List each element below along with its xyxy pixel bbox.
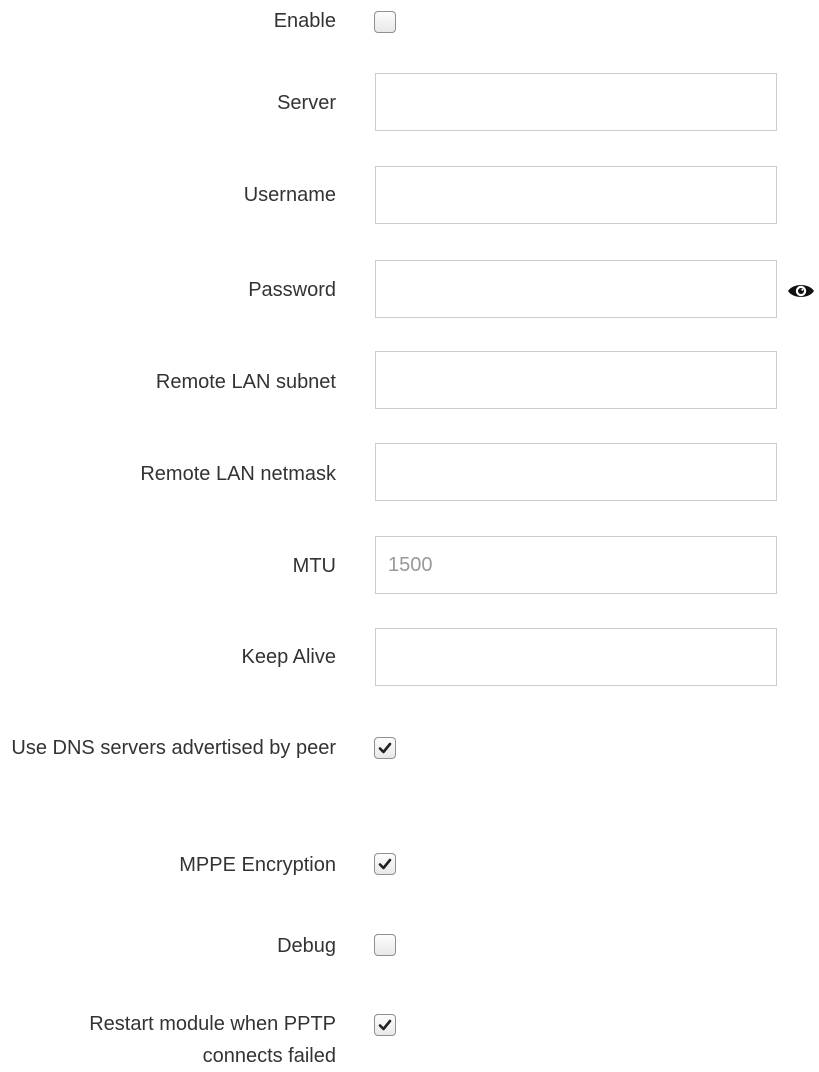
eye-icon[interactable]	[786, 279, 816, 303]
keep-alive-label: Keep Alive	[241, 646, 336, 668]
debug-label: Debug	[277, 935, 336, 957]
keep-alive-input[interactable]	[375, 628, 777, 686]
use-dns-label: Use DNS servers advertised by peer	[11, 737, 336, 759]
checkmark-icon	[378, 742, 392, 754]
username-label: Username	[243, 184, 336, 206]
remote-lan-subnet-input[interactable]	[375, 351, 777, 409]
remote-lan-subnet-label: Remote LAN subnet	[155, 371, 336, 393]
checkmark-icon	[378, 858, 392, 870]
debug-checkbox[interactable]	[374, 934, 396, 956]
server-label: Server	[277, 92, 336, 114]
restart-module-checkbox[interactable]	[374, 1014, 396, 1036]
password-input[interactable]	[375, 260, 777, 318]
restart-module-label: Restart module when PPTP connects failed	[89, 1013, 336, 1067]
mppe-checkbox[interactable]	[374, 853, 396, 875]
server-input[interactable]	[375, 73, 777, 131]
remote-lan-netmask-label: Remote LAN netmask	[140, 463, 336, 485]
enable-label: Enable	[273, 10, 336, 32]
checkmark-icon	[378, 1019, 392, 1031]
enable-checkbox[interactable]	[374, 11, 396, 33]
username-input[interactable]	[375, 166, 777, 224]
remote-lan-netmask-input[interactable]	[375, 443, 777, 501]
mtu-input[interactable]	[375, 536, 777, 594]
mtu-label: MTU	[292, 555, 336, 577]
mppe-label: MPPE Encryption	[179, 854, 336, 876]
use-dns-checkbox[interactable]	[374, 737, 396, 759]
password-label: Password	[248, 279, 336, 301]
